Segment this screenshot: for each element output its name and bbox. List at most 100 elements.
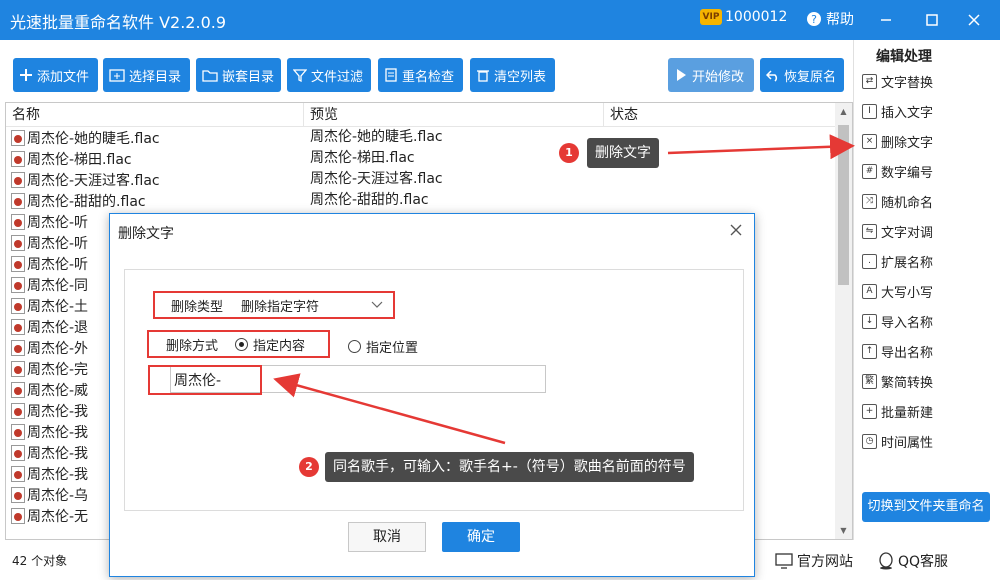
sidebar-item-11[interactable]: + 批量新建 bbox=[862, 398, 933, 424]
sidebar-item-icon: ⇋ bbox=[862, 223, 877, 239]
sidebar-item-9[interactable]: ↑ 导出名称 bbox=[862, 338, 933, 364]
specified-content-label: 指定内容 bbox=[253, 338, 306, 354]
monitor-icon bbox=[775, 553, 793, 569]
sidebar-item-1[interactable]: I 插入文字 bbox=[862, 98, 933, 124]
trash-icon bbox=[477, 70, 489, 82]
list-scrollbar[interactable]: ▲ ▼ bbox=[835, 103, 852, 539]
file-name: 周杰伦-她的睫毛.flac bbox=[27, 130, 160, 147]
sidebar-item-label: 随机命名 bbox=[881, 195, 934, 211]
cancel-button[interactable]: 取消 bbox=[348, 522, 426, 552]
maximize-button[interactable] bbox=[918, 6, 946, 34]
sidebar-item-4[interactable]: ⤨ 随机命名 bbox=[862, 188, 933, 214]
file-filter-label: 文件过滤 bbox=[311, 69, 364, 85]
table-row[interactable]: 周杰伦-甜甜的.flac 周杰伦-甜甜的.flac bbox=[6, 190, 836, 211]
audio-file-icon bbox=[11, 171, 25, 188]
scroll-thumb[interactable] bbox=[838, 125, 849, 285]
switch-folder-rename-button[interactable]: 切换到文件夹重命名 bbox=[862, 492, 990, 522]
dialog-titlebar: 删除文字 bbox=[110, 214, 754, 248]
file-name: 周杰伦-我 bbox=[27, 424, 89, 441]
undo-icon bbox=[766, 70, 778, 82]
sidebar-item-icon: ↓ bbox=[862, 313, 877, 329]
sidebar-item-8[interactable]: ↓ 导入名称 bbox=[862, 308, 933, 334]
qq-support-label: QQ客服 bbox=[898, 554, 949, 570]
sidebar-item-6[interactable]: . 扩展名称 bbox=[862, 248, 933, 274]
table-row[interactable]: 周杰伦-天涯过客.flac 周杰伦-天涯过客.flac bbox=[6, 169, 836, 190]
document-icon bbox=[385, 68, 397, 82]
file-name: 周杰伦-天涯过客.flac bbox=[27, 172, 160, 189]
audio-file-icon bbox=[11, 507, 25, 524]
radio-unchecked-icon bbox=[348, 340, 361, 353]
help-label: 帮助 bbox=[826, 12, 854, 28]
sidebar-item-2[interactable]: × 删除文字 bbox=[862, 128, 933, 154]
add-file-button[interactable]: 添加文件 bbox=[13, 58, 98, 92]
radio-specified-content[interactable]: 指定内容 bbox=[235, 335, 305, 354]
file-name: 周杰伦-听 bbox=[27, 235, 89, 252]
scroll-up-icon[interactable]: ▲ bbox=[835, 103, 852, 120]
help-button[interactable]: ? 帮助 bbox=[806, 9, 854, 29]
column-preview[interactable]: 预览 bbox=[304, 103, 604, 126]
dup-check-button[interactable]: 重名检查 bbox=[378, 58, 463, 92]
audio-file-icon bbox=[11, 486, 25, 503]
cell-preview: 周杰伦-她的睫毛.flac bbox=[310, 129, 443, 145]
minimize-button[interactable] bbox=[872, 6, 900, 34]
audio-file-icon bbox=[11, 423, 25, 440]
sidebar-item-12[interactable]: ◷ 时间属性 bbox=[862, 428, 933, 454]
ok-button[interactable]: 确定 bbox=[442, 522, 520, 552]
start-label: 开始修改 bbox=[692, 69, 745, 85]
audio-file-icon bbox=[11, 318, 25, 335]
audio-file-icon bbox=[11, 276, 25, 293]
column-name[interactable]: 名称 bbox=[6, 103, 304, 126]
file-name: 周杰伦-我 bbox=[27, 403, 89, 420]
sidebar-item-10[interactable]: 繁繁简转换 bbox=[862, 368, 933, 394]
title-bar: 光速批量重命名软件 V2.2.0.9 VIP 1000012 ? 帮助 bbox=[0, 0, 1000, 40]
clear-list-button[interactable]: 清空列表 bbox=[470, 58, 555, 92]
sidebar-item-label: 批量新建 bbox=[881, 405, 934, 421]
sidebar-item-icon: + bbox=[862, 403, 877, 419]
file-name: 周杰伦-同 bbox=[27, 277, 89, 294]
list-header: 名称 预览 状态 bbox=[6, 103, 836, 127]
delete-type-value: 删除指定字符 bbox=[241, 299, 320, 315]
dialog-close-icon[interactable] bbox=[728, 222, 744, 238]
file-name: 周杰伦-退 bbox=[27, 319, 89, 336]
toolbar: 添加文件 选择目录 嵌套目录 文件过滤 重名检查 清空列表 开始修改 恢复原名 bbox=[0, 40, 853, 102]
close-button[interactable] bbox=[960, 6, 988, 34]
sidebar-item-label: 大写小写 bbox=[881, 285, 934, 301]
select-dir-button[interactable]: 选择目录 bbox=[103, 58, 190, 92]
radio-specified-position[interactable]: 指定位置 bbox=[348, 337, 418, 356]
sidebar-item-0[interactable]: ⇄ 文字替换 bbox=[862, 68, 933, 94]
file-name: 周杰伦-我 bbox=[27, 466, 89, 483]
vip-id: 1000012 bbox=[725, 9, 788, 25]
svg-text:?: ? bbox=[811, 13, 817, 26]
app-title: 光速批量重命名软件 V2.2.0.9 bbox=[10, 13, 227, 32]
cell-name: 周杰伦-梯田.flac bbox=[6, 148, 304, 169]
table-row[interactable]: 周杰伦-她的睫毛.flac 周杰伦-她的睫毛.flac bbox=[6, 127, 836, 148]
file-name: 周杰伦-外 bbox=[27, 340, 89, 357]
official-site-link[interactable]: 官方网站 bbox=[775, 551, 853, 571]
vip-account[interactable]: VIP 1000012 bbox=[700, 9, 787, 25]
audio-file-icon bbox=[11, 465, 25, 482]
restore-button[interactable]: 恢复原名 bbox=[760, 58, 844, 92]
cell-name: 周杰伦-甜甜的.flac bbox=[6, 190, 304, 211]
sidebar-item-3[interactable]: # 数字编号 bbox=[862, 158, 933, 184]
file-name: 周杰伦-乌 bbox=[27, 487, 89, 504]
qq-support-link[interactable]: QQ客服 bbox=[878, 551, 948, 571]
file-filter-button[interactable]: 文件过滤 bbox=[287, 58, 371, 92]
sidebar-item-5[interactable]: ⇋ 文字对调 bbox=[862, 218, 933, 244]
dialog-title: 删除文字 bbox=[118, 226, 174, 242]
maximize-icon bbox=[926, 14, 938, 26]
nested-dir-button[interactable]: 嵌套目录 bbox=[196, 58, 281, 92]
sidebar-item-icon: A bbox=[862, 283, 877, 299]
table-row[interactable]: 周杰伦-梯田.flac 周杰伦-梯田.flac bbox=[6, 148, 836, 169]
column-status[interactable]: 状态 bbox=[604, 103, 836, 126]
minimize-icon bbox=[881, 19, 891, 21]
delete-type-select[interactable]: 删除指定字符 bbox=[239, 294, 389, 316]
nested-dir-label: 嵌套目录 bbox=[222, 69, 275, 85]
clear-list-label: 清空列表 bbox=[494, 69, 547, 85]
dup-check-label: 重名检查 bbox=[402, 69, 455, 85]
sidebar-item-7[interactable]: A 大写小写 bbox=[862, 278, 933, 304]
start-button[interactable]: 开始修改 bbox=[668, 58, 754, 92]
scroll-down-icon[interactable]: ▼ bbox=[835, 522, 852, 539]
callout-1-badge: 1 bbox=[559, 143, 579, 163]
file-name: 周杰伦-完 bbox=[27, 361, 89, 378]
cell-preview: 周杰伦-天涯过客.flac bbox=[310, 171, 443, 187]
